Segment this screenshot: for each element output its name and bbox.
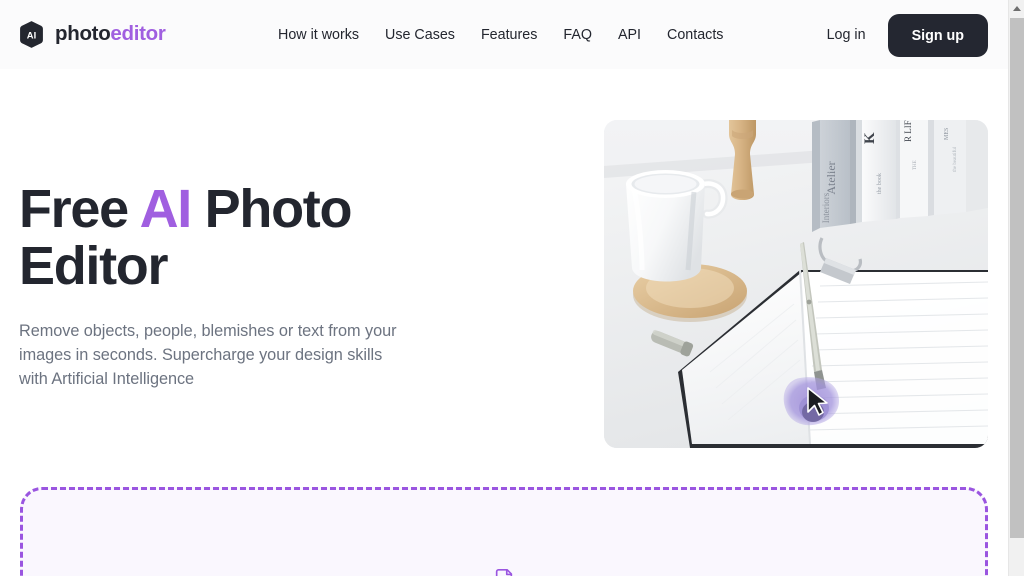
brand-word-photo: photo <box>55 22 111 46</box>
brand-word-editor: editor <box>110 22 166 46</box>
hero-subtitle: Remove objects, people, blemishes or tex… <box>19 322 397 388</box>
ai-hexagon-logo-icon: AI <box>20 21 43 48</box>
svg-text:R LIFE: R LIFE <box>903 120 913 142</box>
hero-photo-desk-scene: Atelier Interiors K the book R LIFE THE … <box>604 120 988 448</box>
signup-button[interactable]: Sign up <box>887 14 988 57</box>
vertical-scrollbar[interactable] <box>1008 0 1024 576</box>
main-navigation: How it works Use Cases Features FAQ API … <box>278 26 723 44</box>
svg-text:K: K <box>862 132 878 144</box>
hero-image: Atelier Interiors K the book R LIFE THE … <box>604 120 988 448</box>
header-actions: Log in Sign up <box>827 14 988 57</box>
site-header: AI photoeditor How it works Use Cases Fe… <box>0 0 1008 69</box>
scroll-up-arrow-icon[interactable] <box>1009 0 1024 17</box>
nav-item-features[interactable]: Features <box>481 26 537 44</box>
nav-item-how-it-works[interactable]: How it works <box>278 26 359 44</box>
login-link[interactable]: Log in <box>827 27 866 44</box>
nav-item-contacts[interactable]: Contacts <box>667 26 723 44</box>
svg-text:Interiors: Interiors <box>821 192 831 223</box>
nav-item-api[interactable]: API <box>618 26 641 44</box>
upload-dropzone[interactable] <box>20 487 988 576</box>
svg-text:the book: the book <box>877 173 883 194</box>
nav-item-faq[interactable]: FAQ <box>563 26 592 44</box>
image-upload-icon <box>495 569 513 576</box>
scrollbar-thumb[interactable] <box>1010 18 1024 538</box>
hero-copy: Free AI Photo Editor Remove objects, peo… <box>19 181 489 391</box>
brand-logo[interactable]: AI photoeditor <box>17 20 166 49</box>
brand-wordmark: photoeditor <box>55 24 166 45</box>
page-title: Free AI Photo Editor <box>19 181 489 295</box>
svg-text:THE: THE <box>913 160 918 170</box>
svg-text:Atelier: Atelier <box>824 161 838 194</box>
hero-title-part-1: Free <box>19 179 140 239</box>
hero-title-accent: AI <box>139 179 193 239</box>
svg-text:AI: AI <box>27 30 36 41</box>
page-viewport: AI photoeditor How it works Use Cases Fe… <box>0 0 1008 576</box>
svg-text:MES: MES <box>944 128 950 140</box>
svg-text:the beautiful: the beautiful <box>953 146 958 172</box>
nav-item-use-cases[interactable]: Use Cases <box>385 26 455 44</box>
